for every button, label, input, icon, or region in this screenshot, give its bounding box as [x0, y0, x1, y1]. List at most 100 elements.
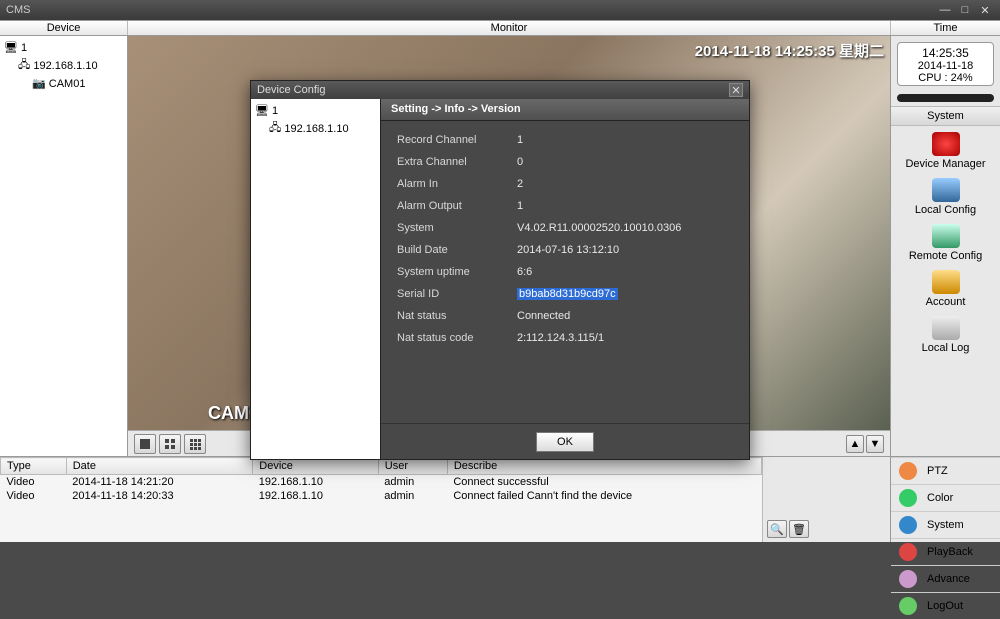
info-key: Record Channel — [397, 134, 517, 146]
info-value: V4.02.R11.00002520.10010.0306 — [517, 222, 681, 234]
dialog-tree: 🖥 1 🖧 192.168.1.10 — [251, 99, 381, 459]
header-labels: Device Monitor Time — [0, 20, 1000, 36]
computer-icon: 🖥 — [255, 104, 269, 117]
ptz-button[interactable]: PTZ — [891, 457, 1000, 484]
clock: 14:25:35 2014-11-18 CPU : 24% — [897, 42, 994, 86]
window-titlebar: CMS — □ ✕ — [0, 0, 1000, 20]
log-header[interactable]: Describe — [447, 458, 761, 475]
camera-icon: 📷 — [32, 77, 46, 90]
video-timestamp: 2014-11-18 14:25:35 星期二 — [695, 40, 884, 61]
clock-date: 2014-11-18 — [898, 60, 993, 72]
tree-cam[interactable]: 📷 CAM01 — [4, 76, 123, 91]
info-row: Record Channel1 — [397, 129, 733, 151]
info-value: 1 — [517, 134, 523, 146]
info-row: SystemV4.02.R11.00002520.10010.0306 — [397, 217, 733, 239]
right-actions: PTZColorSystemPlayBackAdvanceLogOut — [890, 457, 1000, 542]
search-button[interactable]: 🔍 — [767, 520, 787, 538]
info-row: Serial IDb9bab8d31b9cd97c — [397, 283, 733, 305]
log-header[interactable]: Device — [253, 458, 378, 475]
right-panel: 14:25:35 2014-11-18 CPU : 24% System Dev… — [890, 36, 1000, 456]
ok-button[interactable]: OK — [536, 432, 594, 452]
local-config-button[interactable]: Local Config — [891, 172, 1000, 218]
logout-icon — [899, 597, 917, 615]
advance-button[interactable]: Advance — [891, 565, 1000, 592]
info-key: System uptime — [397, 266, 517, 278]
device-icon: 🖧 — [269, 119, 281, 138]
dialog-close-button[interactable]: ✕ — [729, 83, 743, 97]
page-up-button[interactable]: ▲ — [846, 435, 864, 453]
system-items: Device Manager Local Config Remote Confi… — [891, 126, 1000, 356]
minimize-button[interactable]: — — [936, 3, 954, 17]
info-key: Serial ID — [397, 288, 517, 300]
info-value: 2014-07-16 13:12:10 — [517, 244, 619, 256]
log-search-bar: 🔍 🗑 — [762, 457, 890, 542]
device-icon: 🖧 — [18, 56, 30, 75]
layout-1x1-button[interactable] — [134, 434, 156, 454]
tree-ip[interactable]: 🖧 192.168.1.10 — [4, 55, 123, 76]
info-row: System uptime6:6 — [397, 261, 733, 283]
log-header[interactable]: Date — [66, 458, 253, 475]
color-icon — [899, 489, 917, 507]
info-row: Build Date2014-07-16 13:12:10 — [397, 239, 733, 261]
info-value: 2:112.124.3.115/1 — [517, 332, 604, 344]
close-button[interactable]: ✕ — [976, 3, 994, 17]
remote-config-button[interactable]: Remote Config — [891, 218, 1000, 264]
playback-button[interactable]: PlayBack — [891, 538, 1000, 565]
dialog-titlebar[interactable]: Device Config ✕ — [251, 81, 749, 99]
log-panel: TypeDateDeviceUserDescribe Video2014-11-… — [0, 456, 1000, 542]
system-header: System — [891, 106, 1000, 126]
page-down-button[interactable]: ▼ — [866, 435, 884, 453]
tree-root[interactable]: 🖥 1 — [4, 40, 123, 55]
ptz-icon — [899, 462, 917, 480]
advance-icon — [899, 570, 917, 588]
device-config-dialog: Device Config ✕ 🖥 1 🖧 192.168.1.10 Setti… — [250, 80, 750, 460]
clock-cpu: CPU : 24% — [898, 72, 993, 84]
computer-icon: 🖥 — [4, 41, 18, 54]
maximize-button[interactable]: □ — [956, 3, 974, 17]
info-key: Alarm Output — [397, 200, 517, 212]
log-header[interactable]: User — [378, 458, 447, 475]
info-key: Nat status code — [397, 332, 517, 344]
info-row: Alarm In2 — [397, 173, 733, 195]
log-row[interactable]: Video2014-11-18 14:20:33192.168.1.10admi… — [1, 489, 762, 503]
info-key: Build Date — [397, 244, 517, 256]
info-value: Connected — [517, 310, 570, 322]
dialog-title: Device Config — [257, 84, 325, 96]
device-manager-button[interactable]: Device Manager — [891, 126, 1000, 172]
info-row: Extra Channel0 — [397, 151, 733, 173]
dialog-tree-root[interactable]: 🖥 1 — [255, 103, 376, 118]
system-icon — [899, 516, 917, 534]
info-key: Nat status — [397, 310, 517, 322]
info-row: Nat statusConnected — [397, 305, 733, 327]
label-time: Time — [890, 21, 1000, 35]
info-row: Alarm Output1 — [397, 195, 733, 217]
info-value[interactable]: b9bab8d31b9cd97c — [517, 288, 618, 300]
version-info: Record Channel1Extra Channel0Alarm In2Al… — [381, 121, 749, 423]
info-key: System — [397, 222, 517, 234]
info-value: 6:6 — [517, 266, 532, 278]
playback-icon — [899, 543, 917, 561]
device-tree: 🖥 1 🖧 192.168.1.10 📷 CAM01 — [0, 36, 128, 456]
clock-time: 14:25:35 — [898, 46, 993, 60]
info-row: Nat status code2:112.124.3.115/1 — [397, 327, 733, 349]
account-button[interactable]: Account — [891, 264, 1000, 310]
log-header[interactable]: Type — [1, 458, 67, 475]
info-value: 1 — [517, 200, 523, 212]
info-value: 2 — [517, 178, 523, 190]
log-row[interactable]: Video2014-11-18 14:21:20192.168.1.10admi… — [1, 475, 762, 490]
local-log-button[interactable]: Local Log — [891, 310, 1000, 356]
clear-button[interactable]: 🗑 — [789, 520, 809, 538]
layout-2x2-button[interactable] — [159, 434, 181, 454]
layout-3x3-button[interactable] — [184, 434, 206, 454]
app-title: CMS — [6, 4, 934, 16]
dialog-tree-ip[interactable]: 🖧 192.168.1.10 — [255, 118, 376, 139]
system-button[interactable]: System — [891, 511, 1000, 538]
logout-button[interactable]: LogOut — [891, 592, 1000, 619]
label-device: Device — [0, 21, 128, 35]
breadcrumb: Setting -> Info -> Version — [381, 99, 749, 121]
info-key: Alarm In — [397, 178, 517, 190]
cpu-bar — [897, 94, 994, 102]
color-button[interactable]: Color — [891, 484, 1000, 511]
log-table: TypeDateDeviceUserDescribe Video2014-11-… — [0, 457, 762, 542]
info-value: 0 — [517, 156, 523, 168]
